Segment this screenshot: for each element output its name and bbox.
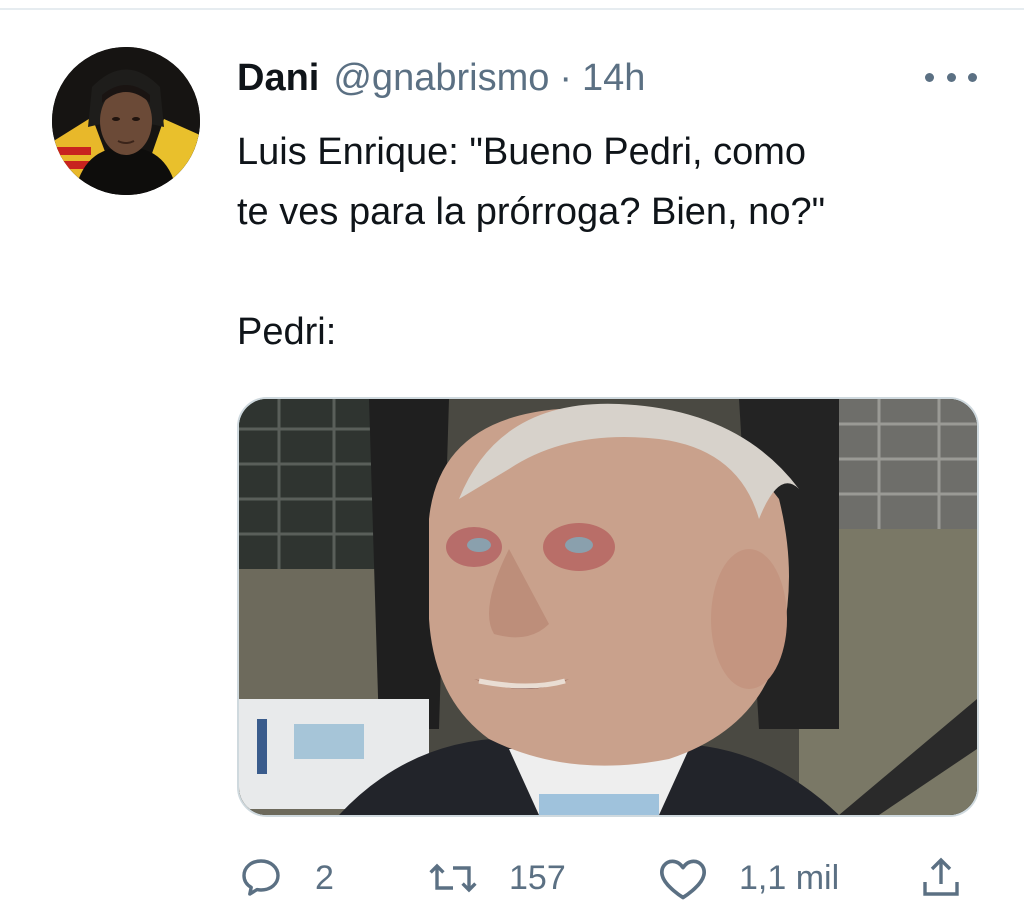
photo-elderly-man-icon [239, 399, 977, 815]
tweet-media[interactable] [237, 397, 979, 817]
reply-count: 2 [315, 858, 334, 897]
tweet-actions: 2 157 1,1 mil [237, 848, 982, 908]
retweet-count: 157 [509, 858, 566, 897]
tweet-text-line: Pedri: [237, 311, 337, 353]
share-button[interactable] [917, 848, 965, 908]
reply-icon [242, 859, 280, 896]
like-button[interactable]: 1,1 mil [657, 848, 839, 908]
retweet-button[interactable]: 157 [427, 848, 566, 908]
avatar[interactable] [52, 47, 200, 195]
retweet-icon [429, 863, 477, 893]
more-options-icon[interactable] [925, 62, 977, 92]
like-count: 1,1 mil [739, 858, 840, 897]
tweet-text-line: Luis Enrique: "Bueno Pedri, como [237, 131, 807, 173]
heart-icon [660, 859, 706, 900]
display-name[interactable]: Dani [237, 52, 319, 104]
tweet-header: Dani @gnabrismo · 14h [237, 52, 645, 104]
share-icon [923, 857, 959, 896]
top-divider [0, 8, 1024, 10]
separator-dot: · [559, 57, 573, 99]
text-gap [237, 242, 977, 302]
user-handle[interactable]: @gnabrismo [333, 52, 549, 104]
avatar-photo-icon [52, 47, 200, 195]
more-dot [925, 72, 934, 82]
more-dot [968, 72, 977, 82]
tweet-text: Luis Enrique: "Bueno Pedri, como te ves … [237, 122, 977, 362]
reply-button[interactable]: 2 [237, 848, 334, 908]
timestamp[interactable]: 14h [582, 52, 645, 104]
more-dot [946, 72, 956, 82]
tweet-text-line: te ves para la prórroga? Bien, no?" [237, 191, 826, 233]
